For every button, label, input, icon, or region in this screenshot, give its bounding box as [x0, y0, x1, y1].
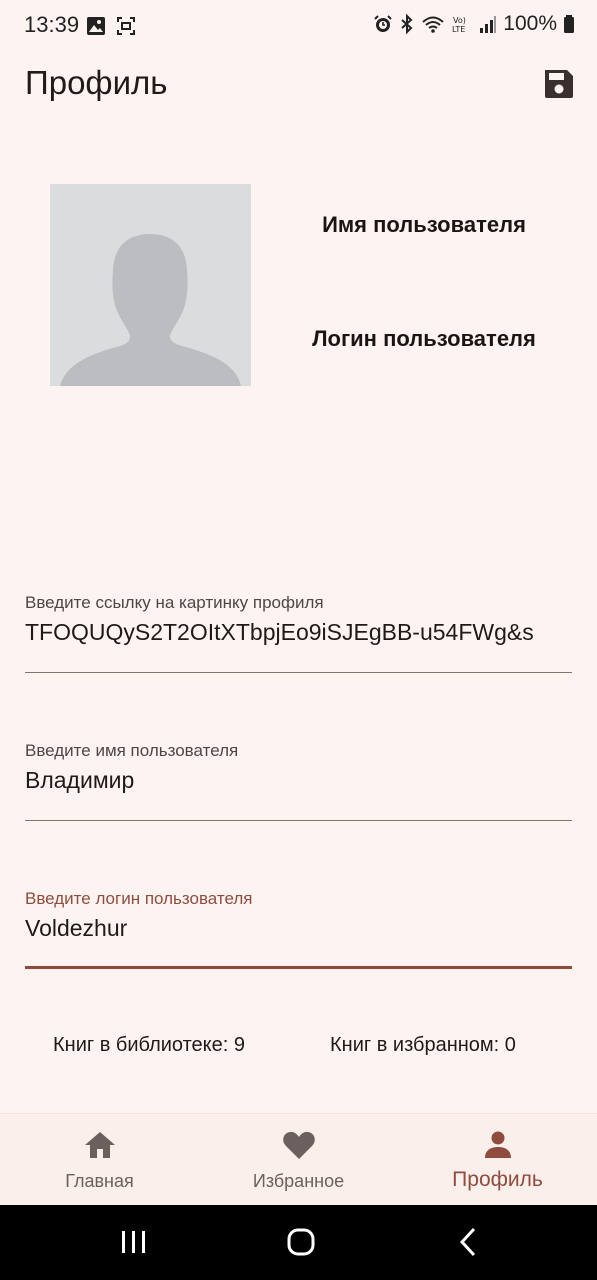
- back-system-button[interactable]: [450, 1225, 490, 1261]
- image-url-value: TFOQUQyS2T2OItXTbpjEo9iSJEgBB-u54FWg&s: [25, 619, 534, 645]
- login-field[interactable]: Введите логин пользователя Voldezhur: [25, 889, 572, 969]
- image-url-label: Введите ссылку на картинку профиля: [25, 593, 324, 612]
- battery-percent: 100%: [503, 12, 557, 35]
- heart-icon: [282, 1131, 315, 1159]
- nav-label-profile: Профиль: [452, 1168, 543, 1191]
- home-system-button[interactable]: [281, 1225, 321, 1261]
- save-icon: [545, 70, 573, 98]
- username-field[interactable]: Введите имя пользователя Владимир: [25, 741, 572, 821]
- svg-text:LTE: LTE: [452, 25, 465, 34]
- nav-item-profile[interactable]: Профиль: [398, 1114, 597, 1206]
- login-label: Введите логин пользователя: [25, 889, 253, 908]
- person-icon: [484, 1131, 511, 1158]
- image-url-input[interactable]: TFOQUQyS2T2OItXTbpjEo9iSJEgBB-u54FWg&s: [25, 619, 572, 646]
- username-label: Введите имя пользователя: [25, 741, 239, 760]
- wifi-icon: [422, 16, 444, 33]
- field-underline: [25, 820, 572, 821]
- avatar: [50, 184, 251, 386]
- user-login: Логин пользователя: [312, 326, 536, 351]
- login-input[interactable]: Voldezhur: [25, 915, 572, 942]
- nav-item-home[interactable]: Главная: [0, 1114, 199, 1206]
- nav-item-favorites[interactable]: Избранное: [199, 1114, 398, 1206]
- bottom-navigation: Главная Избранное Профиль: [0, 1113, 597, 1206]
- image-url-field[interactable]: Введите ссылку на картинку профиля TFOQU…: [25, 593, 572, 673]
- system-navigation-bar: [0, 1205, 597, 1280]
- avatar-placeholder-icon: [50, 184, 251, 386]
- save-button[interactable]: [541, 66, 577, 102]
- gallery-icon: [87, 17, 105, 35]
- username-input[interactable]: Владимир: [25, 767, 572, 794]
- screenshot-icon: [117, 17, 135, 35]
- alarm-icon: [374, 15, 392, 32]
- svg-text:Vo): Vo): [453, 16, 466, 25]
- bluetooth-icon: [401, 14, 413, 34]
- library-count: Книг в библиотеке: 9: [53, 1034, 246, 1056]
- user-name: Имя пользователя: [322, 212, 526, 237]
- volte-icon: Vo) LTE: [452, 16, 466, 34]
- battery-icon: [564, 15, 574, 33]
- field-underline: [25, 966, 572, 969]
- recent-apps-icon: [122, 1231, 145, 1253]
- top-app-bar: Профиль: [0, 56, 597, 114]
- field-underline: [25, 672, 572, 673]
- status-bar: 13:39 Vo) LTE 100%: [0, 0, 597, 54]
- home-circle-icon: [287, 1228, 315, 1256]
- signal-icon: [480, 16, 497, 33]
- nav-label-home: Главная: [65, 1171, 134, 1191]
- favorites-count: Книг в избранном: 0: [330, 1034, 516, 1056]
- recent-apps-button[interactable]: [114, 1225, 154, 1261]
- back-icon: [459, 1227, 476, 1257]
- nav-label-favorites: Избранное: [252, 1171, 345, 1191]
- home-icon: [84, 1132, 115, 1158]
- status-time: 13:39: [24, 12, 80, 37]
- page-title: Профиль: [25, 64, 168, 101]
